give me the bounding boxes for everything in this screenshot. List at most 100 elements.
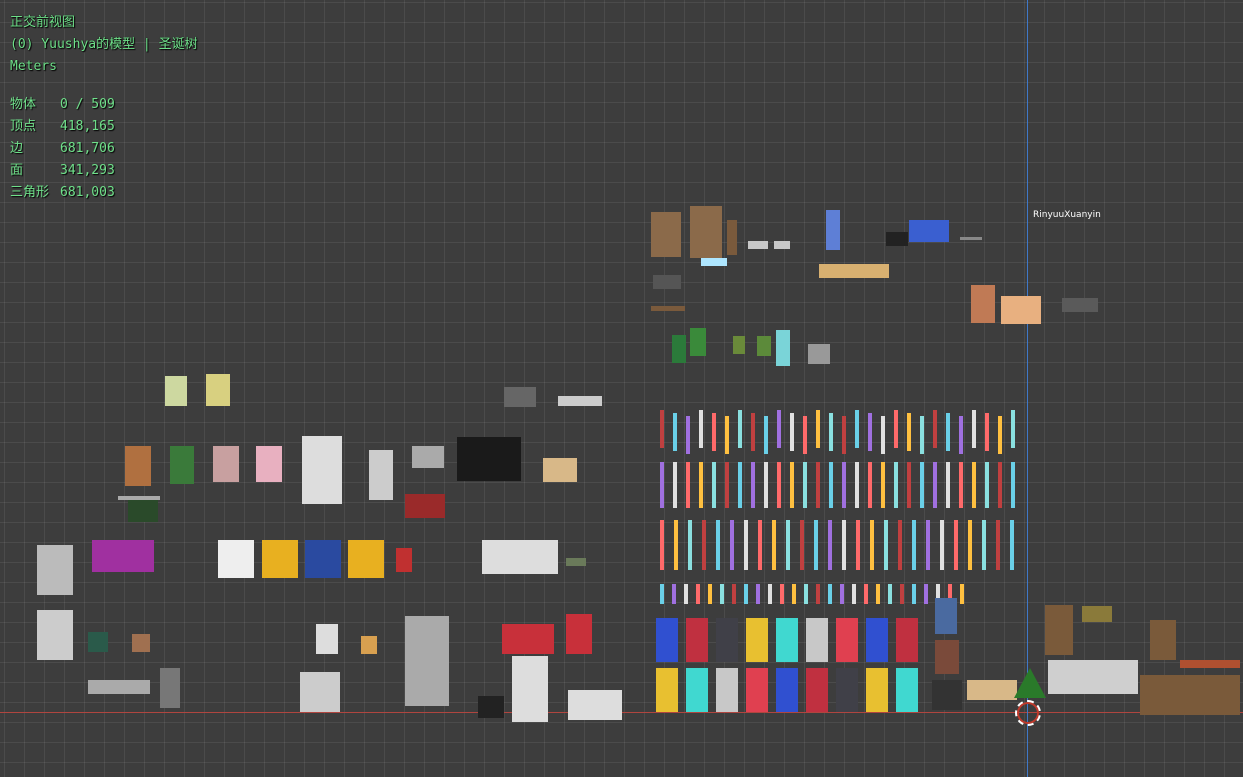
armor-set[interactable]	[656, 618, 678, 662]
weapon-sword[interactable]	[673, 462, 677, 508]
weapon-key[interactable]	[912, 584, 916, 604]
door[interactable]	[935, 640, 959, 674]
weapon-key[interactable]	[804, 584, 808, 604]
box[interactable]	[543, 458, 577, 482]
weapon-key[interactable]	[924, 584, 928, 604]
bed[interactable]	[37, 545, 73, 595]
trash-bin[interactable]	[935, 598, 957, 634]
weapon-sword[interactable]	[786, 520, 790, 570]
armor-set[interactable]	[806, 668, 828, 712]
shelf[interactable]	[512, 656, 548, 722]
weapon-key[interactable]	[828, 584, 832, 604]
weapon-key[interactable]	[756, 584, 760, 604]
machine[interactable]	[405, 494, 445, 518]
armor-set[interactable]	[836, 668, 858, 712]
chest[interactable]	[808, 344, 830, 364]
weapon-sword[interactable]	[907, 413, 911, 451]
weapon-sword[interactable]	[738, 410, 742, 448]
weapon-sword[interactable]	[954, 520, 958, 570]
lights[interactable]	[701, 258, 727, 266]
weapon-sword[interactable]	[868, 413, 872, 451]
weapon-sword[interactable]	[1011, 462, 1015, 508]
vending[interactable]	[348, 540, 384, 578]
weapon-sword[interactable]	[972, 462, 976, 508]
weapon-sword[interactable]	[842, 462, 846, 508]
appliance[interactable]	[748, 241, 768, 249]
book-stack[interactable]	[1048, 660, 1138, 694]
wardrobe[interactable]	[971, 285, 995, 323]
tree[interactable]	[206, 374, 230, 406]
weapon-key[interactable]	[876, 584, 880, 604]
appliance[interactable]	[774, 241, 790, 249]
weapon-sword[interactable]	[688, 520, 692, 570]
weapon-sword[interactable]	[764, 462, 768, 508]
tree[interactable]	[256, 446, 282, 482]
weapon-sword[interactable]	[660, 462, 664, 508]
tree[interactable]	[125, 446, 151, 486]
weapon-sword[interactable]	[898, 520, 902, 570]
weapon-sword[interactable]	[777, 410, 781, 448]
vending[interactable]	[218, 540, 254, 578]
weapon-sword[interactable]	[868, 462, 872, 508]
weapon-sword[interactable]	[686, 462, 690, 508]
bush[interactable]	[128, 500, 158, 522]
weapon-sword[interactable]	[816, 462, 820, 508]
weapon-sword[interactable]	[803, 462, 807, 508]
weapon-key[interactable]	[660, 584, 664, 604]
weapon-sword[interactable]	[959, 462, 963, 508]
weapon-sword[interactable]	[855, 462, 859, 508]
weapon-sword[interactable]	[725, 462, 729, 508]
table[interactable]	[651, 306, 685, 311]
weapon-sword[interactable]	[674, 520, 678, 570]
weapon-sword[interactable]	[842, 416, 846, 454]
weapon-sword[interactable]	[940, 520, 944, 570]
bookshelf[interactable]	[1150, 620, 1176, 660]
fence[interactable]	[819, 264, 889, 278]
door-frame[interactable]	[690, 206, 722, 258]
wardrobe[interactable]	[932, 680, 962, 710]
weapon-sword[interactable]	[946, 413, 950, 451]
weapon-sword[interactable]	[959, 416, 963, 454]
weapon-sword[interactable]	[751, 413, 755, 451]
tree[interactable]	[165, 376, 187, 406]
bookshelf[interactable]	[1045, 605, 1073, 655]
plant[interactable]	[776, 330, 790, 366]
weapon-sword[interactable]	[814, 520, 818, 570]
weapon-sword[interactable]	[725, 416, 729, 454]
weapon-sword[interactable]	[699, 410, 703, 448]
plant[interactable]	[672, 335, 686, 363]
machine[interactable]	[1062, 298, 1098, 312]
bed[interactable]	[92, 540, 154, 572]
armor-set[interactable]	[806, 618, 828, 662]
weapon-sword[interactable]	[800, 520, 804, 570]
weapon-sword[interactable]	[712, 462, 716, 508]
weapon-sword[interactable]	[660, 410, 664, 448]
rail[interactable]	[1180, 660, 1240, 668]
weapon-sword[interactable]	[660, 520, 664, 570]
weapon-key[interactable]	[708, 584, 712, 604]
weapon-sword[interactable]	[699, 462, 703, 508]
armor-set[interactable]	[896, 668, 918, 712]
armor-set[interactable]	[716, 668, 738, 712]
weapon-sword[interactable]	[744, 520, 748, 570]
weapon-sword[interactable]	[926, 520, 930, 570]
weapon-sword[interactable]	[790, 413, 794, 451]
weapon-key[interactable]	[960, 584, 964, 604]
weapon-sword[interactable]	[803, 416, 807, 454]
armor-set[interactable]	[896, 618, 918, 662]
ladder[interactable]	[826, 210, 840, 250]
counter[interactable]	[568, 690, 622, 720]
weapon-sword[interactable]	[881, 416, 885, 454]
sign[interactable]	[566, 558, 586, 566]
armor-set[interactable]	[776, 668, 798, 712]
weapon-sword[interactable]	[996, 520, 1000, 570]
cart[interactable]	[37, 610, 73, 660]
tree[interactable]	[170, 446, 194, 484]
weapon-sword[interactable]	[920, 416, 924, 454]
3d-cursor-icon[interactable]	[1015, 700, 1041, 726]
weapon-sword[interactable]	[998, 462, 1002, 508]
weapon-sword[interactable]	[712, 413, 716, 451]
weapon-key[interactable]	[888, 584, 892, 604]
weapon-sword[interactable]	[985, 462, 989, 508]
armor-set[interactable]	[746, 618, 768, 662]
